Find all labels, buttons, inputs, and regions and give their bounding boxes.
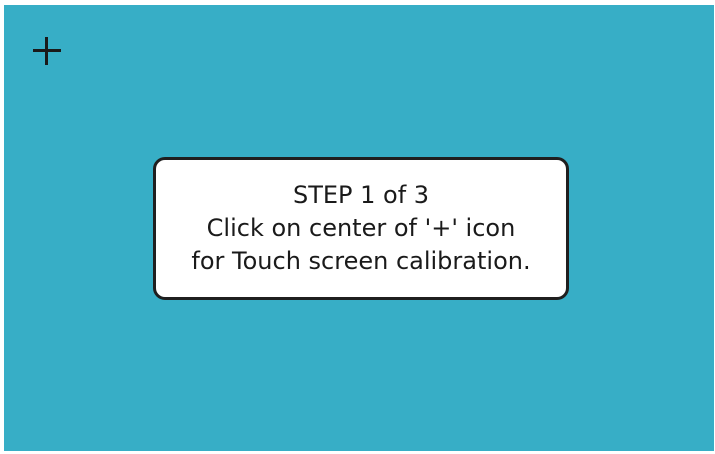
plus-crosshair-icon[interactable] xyxy=(33,37,61,65)
calibration-screen[interactable]: STEP 1 of 3 Click on center of '+' icon … xyxy=(4,5,714,451)
calibration-instruction-dialog: STEP 1 of 3 Click on center of '+' icon … xyxy=(153,157,569,300)
instruction-line-2: for Touch screen calibration. xyxy=(191,247,531,275)
crosshair-vertical-bar xyxy=(45,37,48,65)
instruction-line-1: Click on center of '+' icon xyxy=(206,214,516,242)
step-indicator: STEP 1 of 3 xyxy=(292,181,430,209)
